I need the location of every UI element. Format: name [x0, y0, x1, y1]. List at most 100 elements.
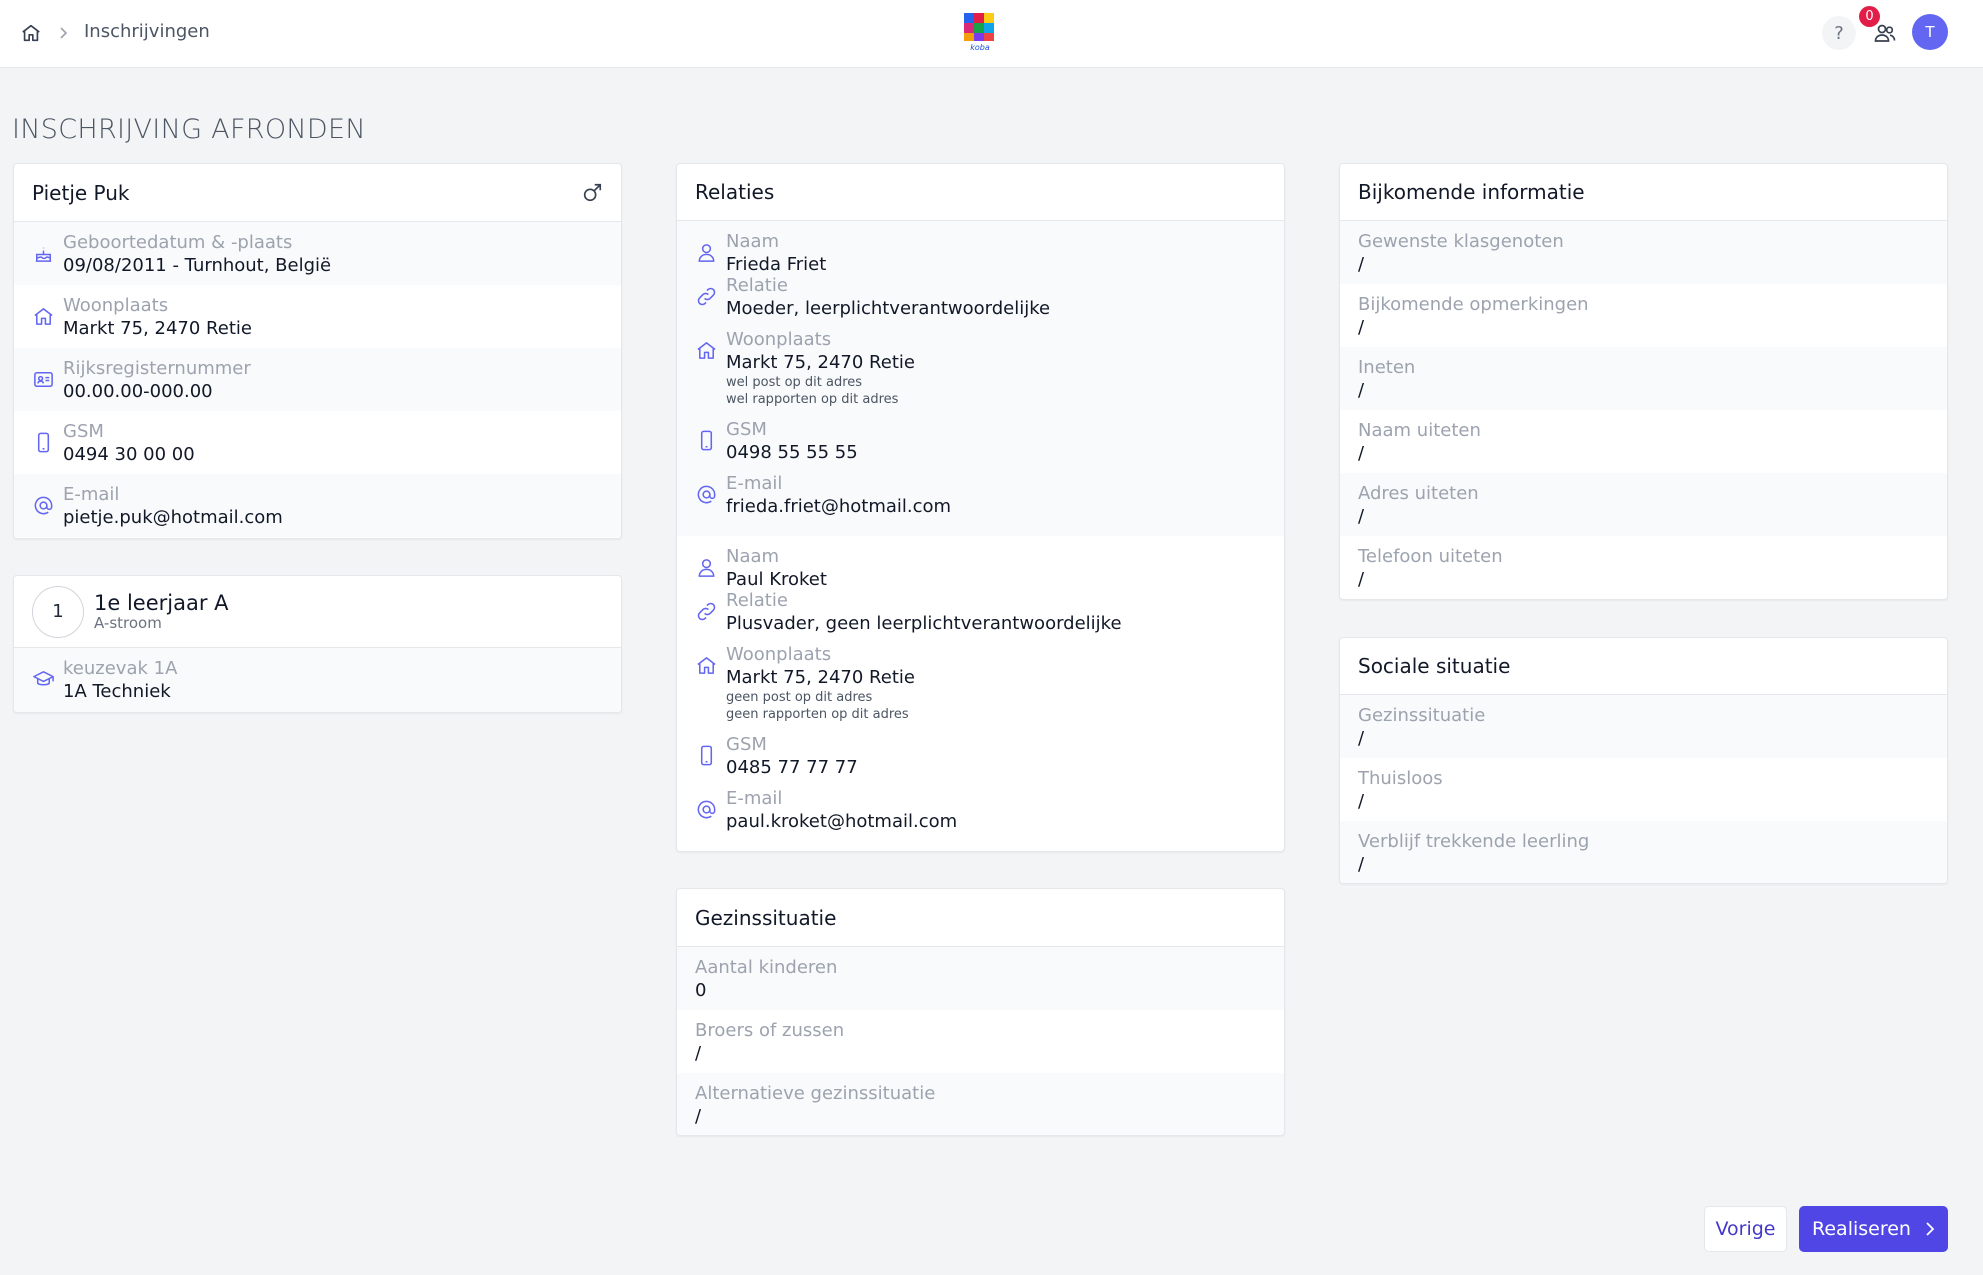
relation-post-note: geen post op dit adres [726, 690, 873, 705]
phone-icon [37, 432, 50, 453]
relation-name: Paul Kroket [726, 569, 827, 590]
breadcrumb[interactable]: Inschrijvingen [84, 21, 210, 42]
home-icon [697, 342, 716, 359]
family-field: Aantal kinderen 0 [677, 947, 1284, 1010]
extra-field-value: / [1358, 443, 1365, 464]
family-field-value: 0 [695, 980, 707, 1001]
extra-field-label: Telefoon uiteten [1358, 546, 1503, 567]
submit-button[interactable]: Realiseren [1799, 1206, 1948, 1252]
option-row: keuzevak 1A 1A Techniek [14, 648, 621, 712]
extra-field-label: Bijkomende opmerkingen [1358, 294, 1589, 315]
relation-person-1: Naam Frieda Friet Relatie Moeder, leerplic… [677, 221, 1284, 536]
student-card: Pietje Puk Geboortedatum & -plaats 09/08/… [13, 163, 622, 539]
phone-label: GSM [63, 421, 104, 442]
previous-button[interactable]: Vorige [1704, 1206, 1787, 1252]
notification-badge: 0 [1859, 6, 1880, 27]
relation-type-label: Relatie [726, 590, 788, 611]
family-field-value: / [695, 1106, 702, 1127]
extra-info-title: Bijkomende informatie [1340, 164, 1947, 221]
relation-email-row: E-mail paul.kroket@hotmail.com [677, 788, 1284, 842]
extra-field-value: / [1358, 317, 1365, 338]
extra-field-value: / [1358, 569, 1365, 590]
person-icon [698, 244, 715, 262]
extra-field-label: Naam uiteten [1358, 420, 1481, 441]
phone-row: GSM 0494 30 00 00 [14, 411, 621, 474]
help-button[interactable]: ? [1822, 16, 1856, 50]
grade-subtitle: A-stroom [94, 614, 162, 632]
extra-field-value: / [1358, 254, 1365, 275]
family-card: Gezinssituatie Aantal kinderen 0 Broers o… [676, 888, 1285, 1136]
relations-title: Relaties [677, 164, 1284, 221]
relation-name-label: Naam [726, 231, 780, 252]
option-label: keuzevak 1A [63, 658, 178, 679]
extra-field: Ineten / [1340, 347, 1947, 410]
relation-name-row: Naam Frieda Friet [677, 221, 1284, 275]
birth-value: 09/08/2011 - Turnhout, België [63, 255, 332, 276]
relation-type: Plusvader, geen leerplichtverantwoordeli… [726, 613, 1122, 634]
email-label: E-mail [63, 484, 120, 505]
relation-phone-row: GSM 0498 55 55 55 [677, 419, 1284, 473]
relation-type-row: Relatie Moeder, leerplichtverantwoordelij… [677, 275, 1284, 329]
relation-phone-row: GSM 0485 77 77 77 [677, 734, 1284, 788]
id-card-icon [34, 372, 53, 387]
extra-info-card: Bijkomende informatie Gewenste klasgenot… [1339, 163, 1948, 600]
at-icon [697, 485, 716, 504]
relation-phone: 0485 77 77 77 [726, 757, 858, 778]
page-title: INSCHRIJVING AFRONDEN [12, 114, 366, 145]
graduation-cap-icon [33, 671, 54, 686]
extra-field-label: Adres uiteten [1358, 483, 1479, 504]
relation-address-label: Woonplaats [726, 644, 832, 665]
national-id-value: 00.00.00-000.00 [63, 381, 213, 402]
relation-address-row: Woonplaats Markt 75, 2470 Retie wel post o… [677, 329, 1284, 419]
national-id-row: Rijksregisternummer 00.00.00-000.00 [14, 348, 621, 411]
relation-type: Moeder, leerplichtverantwoordelijke [726, 298, 1051, 319]
social-field-value: / [1358, 791, 1365, 812]
relation-report-note: wel rapporten op dit adres [726, 392, 899, 407]
social-title: Sociale situatie [1340, 638, 1947, 695]
extra-field: Gewenste klasgenoten / [1340, 221, 1947, 284]
person-icon [698, 559, 715, 577]
extra-field-value: / [1358, 380, 1365, 401]
social-card: Sociale situatie Gezinssituatie / Thuislo… [1339, 637, 1948, 884]
grade-header: 1 1e leerjaar A A-stroom [14, 576, 621, 648]
relation-name-row: Naam Paul Kroket [677, 536, 1284, 590]
chevron-right-icon [58, 21, 74, 45]
relation-person-2: Naam Paul Kroket Relatie Plusvader, geen l… [677, 536, 1284, 842]
home-icon [697, 657, 716, 674]
grade-title: 1e leerjaar A [94, 591, 229, 615]
social-field-label: Thuisloos [1358, 768, 1443, 789]
extra-field: Naam uiteten / [1340, 410, 1947, 473]
at-icon [697, 800, 716, 819]
social-field: Verblijf trekkende leerling / [1340, 821, 1947, 883]
home-icon[interactable] [18, 20, 44, 46]
extra-field-value: / [1358, 506, 1365, 527]
family-title: Gezinssituatie [677, 889, 1284, 947]
relation-address: Markt 75, 2470 Retie [726, 667, 915, 688]
avatar[interactable]: T [1912, 14, 1948, 50]
address-label: Woonplaats [63, 295, 169, 316]
relation-phone: 0498 55 55 55 [726, 442, 858, 463]
social-field-label: Gezinssituatie [1358, 705, 1486, 726]
top-bar: Inschrijvingen koba ? 0 T [0, 0, 1983, 68]
phone-icon [700, 745, 713, 766]
family-field-value: / [695, 1043, 702, 1064]
extra-field-label: Gewenste klasgenoten [1358, 231, 1564, 252]
submit-button-label: Realiseren [1812, 1218, 1911, 1240]
email-value: pietje.puk@hotmail.com [63, 507, 283, 528]
address-value: Markt 75, 2470 Retie [63, 318, 252, 339]
option-value: 1A Techniek [63, 681, 171, 702]
extra-field: Adres uiteten / [1340, 473, 1947, 536]
cake-icon [35, 247, 52, 262]
phone-value: 0494 30 00 00 [63, 444, 195, 465]
social-field-label: Verblijf trekkende leerling [1358, 831, 1590, 852]
link-icon [697, 602, 716, 621]
family-field-label: Aantal kinderen [695, 957, 838, 978]
phone-icon [700, 430, 713, 451]
family-field-label: Broers of zussen [695, 1020, 845, 1041]
at-icon [34, 496, 53, 515]
relations-card: Relaties Naam Frieda Friet Relatie Moeder,… [676, 163, 1285, 852]
relation-report-note: geen rapporten op dit adres [726, 707, 909, 722]
relation-address: Markt 75, 2470 Retie [726, 352, 915, 373]
extra-field: Telefoon uiteten / [1340, 536, 1947, 599]
relation-email: paul.kroket@hotmail.com [726, 811, 958, 832]
